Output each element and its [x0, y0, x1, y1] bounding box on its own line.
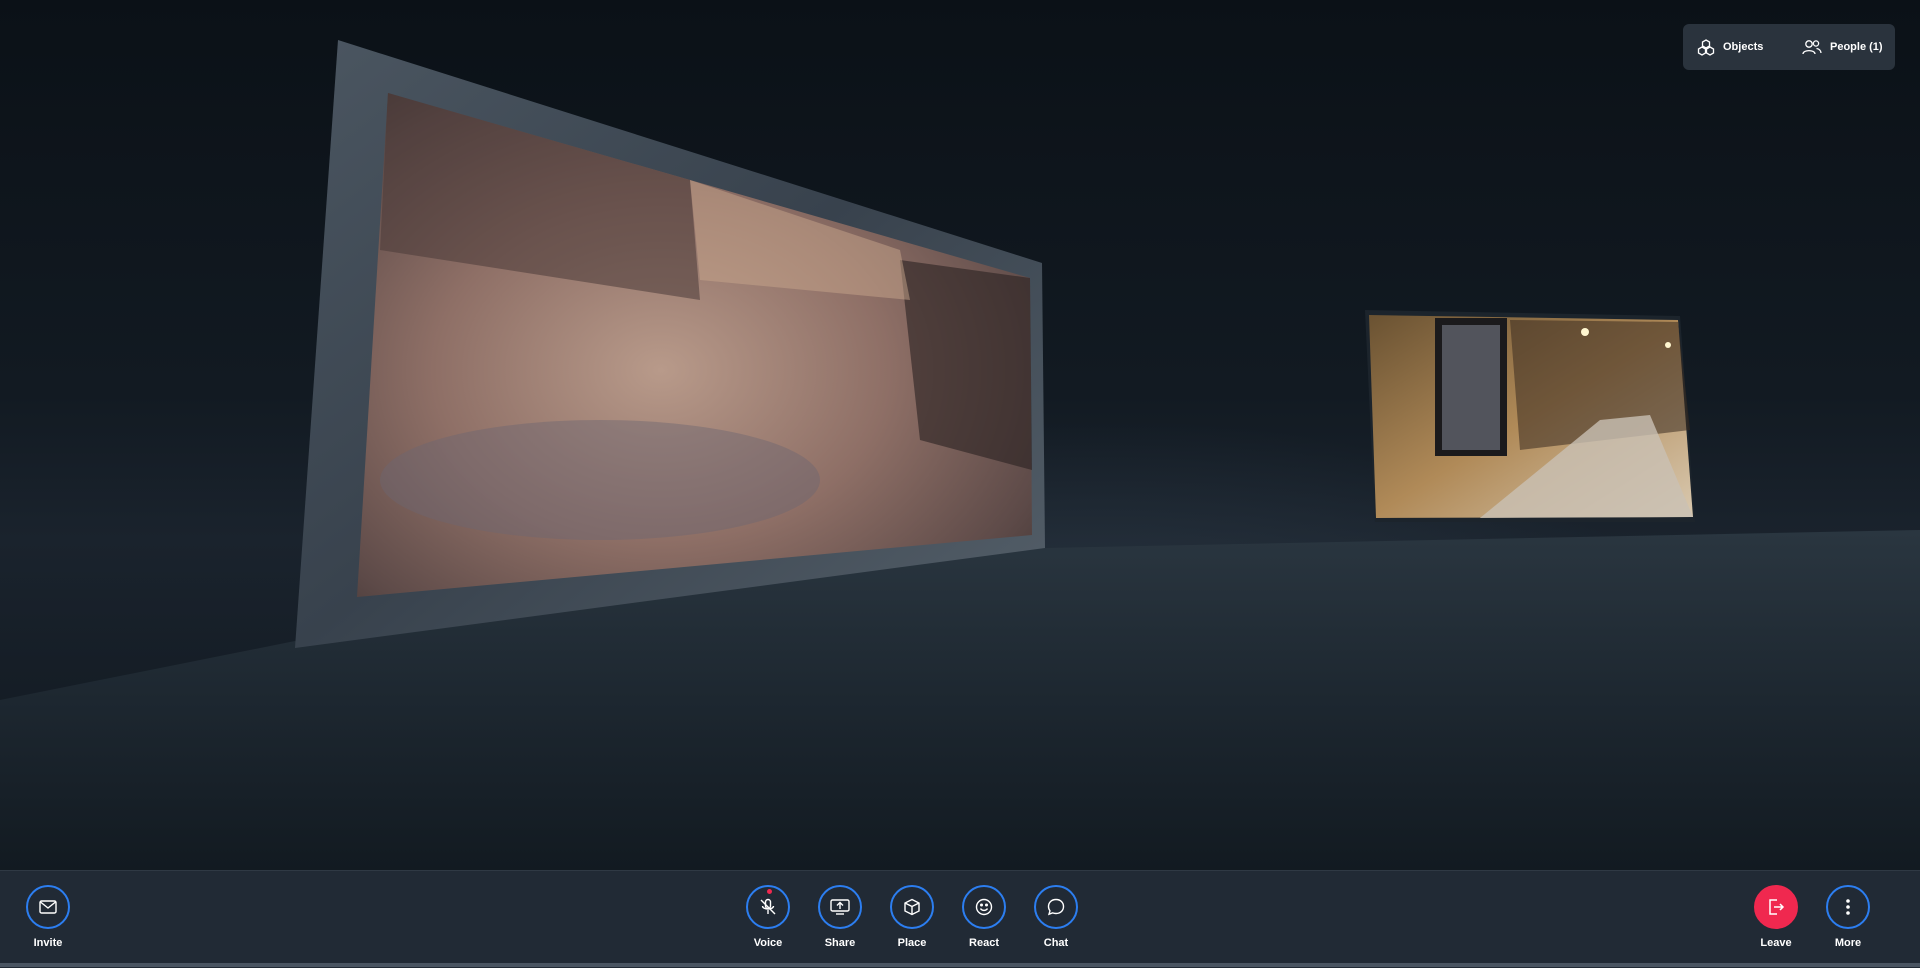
3d-room-scene[interactable]: Objects People (1)	[0, 0, 1920, 870]
invite-label: Invite	[33, 937, 63, 949]
kebab-menu-icon	[1846, 899, 1850, 915]
chat-button[interactable]: Chat	[1024, 885, 1088, 949]
share-label: Share	[824, 937, 856, 949]
voice-button[interactable]: Voice	[736, 885, 800, 949]
leave-door-icon	[1769, 899, 1785, 915]
microphone-muted-icon	[760, 898, 776, 915]
bottom-toolbar: Invite Voice Share Place React Chat Leav…	[0, 870, 1920, 968]
react-button[interactable]: React	[952, 885, 1016, 949]
leave-label: Leave	[1760, 937, 1792, 949]
room-view	[0, 40, 1920, 870]
place-button[interactable]: Place	[880, 885, 944, 949]
envelope-icon	[39, 900, 57, 914]
mute-indicator	[767, 889, 772, 894]
more-label: More	[1834, 937, 1862, 949]
share-button[interactable]: Share	[808, 885, 872, 949]
top-right-panel: Objects People (1)	[1683, 24, 1895, 70]
chat-label: Chat	[1043, 937, 1069, 949]
people-icon	[1802, 40, 1822, 55]
react-label: React	[969, 937, 999, 949]
objects-button[interactable]: Objects	[1697, 24, 1763, 70]
place-label: Place	[897, 937, 927, 949]
screen-share-icon	[830, 899, 850, 915]
people-label: People (1)	[1830, 41, 1883, 53]
floor	[0, 530, 1920, 870]
more-button[interactable]: More	[1816, 885, 1880, 949]
people-button[interactable]: People (1)	[1802, 24, 1883, 70]
smiley-icon	[975, 898, 993, 916]
voice-label: Voice	[753, 937, 783, 949]
objects-label: Objects	[1723, 41, 1764, 53]
chat-bubble-icon	[1047, 898, 1065, 916]
bottom-edge	[0, 963, 1920, 967]
cube-icon	[904, 898, 920, 916]
invite-button[interactable]: Invite	[16, 885, 80, 949]
objects-icon	[1697, 39, 1715, 56]
leave-button[interactable]: Leave	[1744, 885, 1808, 949]
